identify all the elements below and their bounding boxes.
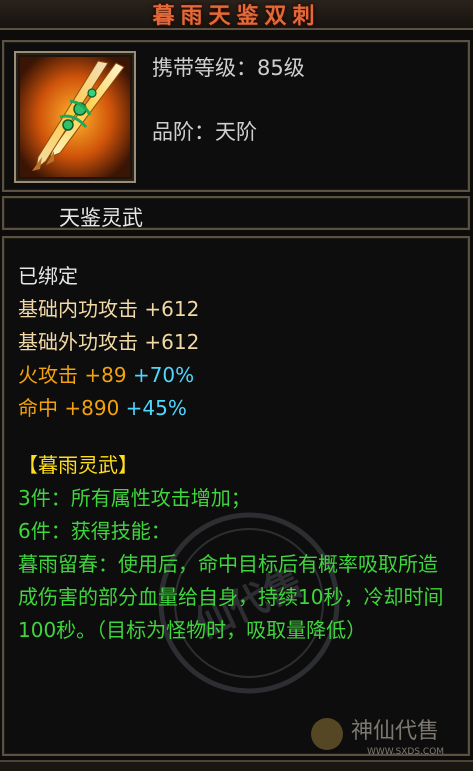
logo-text: 神仙代售 (351, 719, 439, 744)
grade-label: 品阶：天阶 (152, 120, 257, 144)
set-bonus-header: 【暮雨灵武】 (18, 453, 138, 477)
attr-inner-attack: 基础内功攻击 +612 (18, 297, 200, 321)
weapon-name: 天鉴灵武 (59, 206, 143, 230)
bottom-divider (0, 760, 473, 771)
fire-attack-label: 火攻击 (18, 363, 78, 387)
attr-fire-attack: 火攻击 +89 +70% (18, 359, 454, 392)
accuracy-bonus: +45% (125, 396, 187, 420)
set-bonus-3pc: 3件：所有属性攻击增加； (18, 486, 251, 510)
accuracy-value: +890 (64, 396, 120, 420)
item-header-panel: 携带等级：85级 品阶：天阶 (2, 40, 470, 192)
site-logo-watermark: 神仙代售 WWW.SXDS.COM (311, 718, 444, 757)
logo-url: WWW.SXDS.COM (367, 747, 444, 757)
attribute-panel: 仙代售 已绑定 基础内功攻击 +612 基础外功攻击 +612 火攻击 +89 … (2, 236, 470, 756)
attribute-list: 已绑定 基础内功攻击 +612 基础外功攻击 +612 火攻击 +89 +70%… (18, 260, 454, 647)
attr-accuracy: 命中 +890 +45% (18, 392, 454, 425)
twin-daggers-icon (20, 57, 130, 177)
set-bonus-6pc: 6件：获得技能： (18, 519, 171, 543)
carry-level-label: 携带等级：85级 (152, 56, 305, 80)
item-icon-frame (14, 51, 136, 183)
bound-status: 已绑定 (18, 264, 78, 288)
set-skill-description: 暮雨留春：使用后，命中目标后有概率吸取所造成伤害的部分血量给自身，持续10秒，冷… (18, 552, 444, 642)
fire-attack-value: +89 (84, 363, 127, 387)
attr-outer-attack: 基础外功攻击 +612 (18, 330, 200, 354)
tooltip-title-bar: 暮雨天鉴双刺 (0, 0, 473, 30)
accuracy-label: 命中 (18, 396, 58, 420)
fire-attack-bonus: +70% (132, 363, 195, 387)
item-title: 暮雨天鉴双刺 (152, 3, 321, 29)
weapon-name-panel: 天鉴灵武 (2, 196, 470, 230)
